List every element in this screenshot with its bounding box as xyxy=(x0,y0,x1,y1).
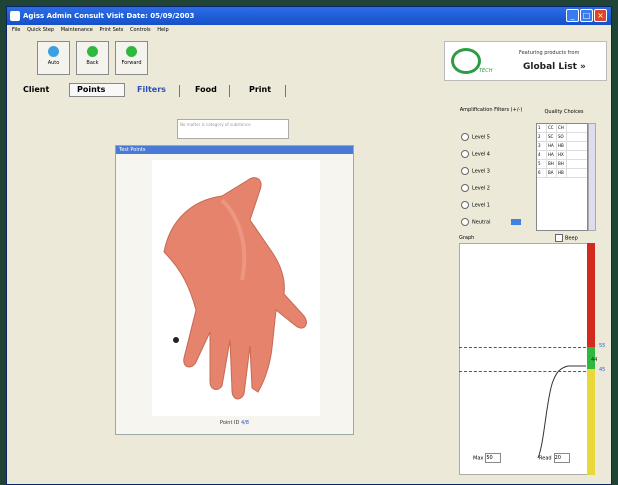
meter-value-current: 44 xyxy=(591,357,598,363)
quality-row[interactable]: 4 HA HX xyxy=(537,151,587,160)
level-4-label: Level 4 xyxy=(472,151,490,158)
application-window: Agiss Admin Consult Visit Date: 05/09/20… xyxy=(6,6,612,485)
maximize-button[interactable]: □ xyxy=(580,9,593,22)
menu-print-sets[interactable]: Print Sets xyxy=(99,27,123,33)
level-3-label: Level 3 xyxy=(472,168,490,175)
level-1-radio[interactable]: Level 1 xyxy=(461,201,490,209)
window-title: Agiss Admin Consult Visit Date: 05/09/20… xyxy=(23,12,195,20)
menu-quick-step[interactable]: Quick Step xyxy=(27,27,54,33)
forward-label: Forward xyxy=(121,60,142,66)
quality-row[interactable]: 6 BA HB xyxy=(537,169,587,178)
tab-divider xyxy=(285,85,286,97)
amplification-title: Amplification Filters (+/-) xyxy=(459,107,523,113)
meter-value-lower: 45 xyxy=(599,367,606,373)
quality-row[interactable]: 3 HA HB xyxy=(537,142,587,151)
quality-grid[interactable]: 1 CC CH 2 SC SO 3 HA HB 4 HA HX 5 BH BH 6 BA HB xyxy=(536,123,588,231)
test-point-marker[interactable] xyxy=(173,337,179,343)
app-icon xyxy=(10,11,20,21)
auto-button[interactable]: Auto xyxy=(37,41,70,75)
beep-label: Beep xyxy=(565,235,578,242)
quality-scrollbar[interactable] xyxy=(588,123,596,231)
forward-icon xyxy=(126,46,137,57)
level-3-radio[interactable]: Level 3 xyxy=(461,167,490,175)
tab-points[interactable]: Points xyxy=(77,85,105,94)
radio-icon xyxy=(461,201,469,209)
meter-value-upper: 55 xyxy=(599,343,606,349)
info-box: No matter is category of substance xyxy=(177,119,289,139)
quality-row[interactable]: 2 SC SO xyxy=(537,133,587,142)
menu-bar: File Quick Step Maintenance Print Sets C… xyxy=(7,25,611,35)
max-input[interactable]: 50 xyxy=(485,453,502,463)
beep-checkbox[interactable]: Beep xyxy=(555,234,578,242)
quality-choices-group: Quality Choices 1 CC CH 2 SC SO 3 HA HB 4 HA HX … xyxy=(528,109,600,233)
reading-curve xyxy=(537,365,586,459)
threshold-line-upper xyxy=(459,347,591,348)
level-1-label: Level 1 xyxy=(472,202,490,209)
tab-client[interactable]: Client xyxy=(23,85,49,94)
point-id-label: Point ID xyxy=(220,420,240,426)
point-id-value: 4/8 xyxy=(240,420,249,426)
graph-label: Graph xyxy=(459,235,475,241)
brand-featuring: Featuring products from xyxy=(519,50,580,56)
menu-maintenance[interactable]: Maintenance xyxy=(61,27,93,33)
tab-divider xyxy=(179,85,180,97)
back-button[interactable]: Back xyxy=(76,41,109,75)
quality-row[interactable]: 5 BH BH xyxy=(537,160,587,169)
meter-red-zone xyxy=(587,243,595,347)
auto-icon xyxy=(48,46,59,57)
global-list-link[interactable]: Global List » xyxy=(523,62,586,72)
menu-file[interactable]: File xyxy=(12,27,20,33)
minimize-button[interactable]: _ xyxy=(566,9,579,22)
amplification-filters-group: Amplification Filters (+/-) Level 5 Leve… xyxy=(453,107,529,233)
level-2-label: Level 2 xyxy=(472,185,490,192)
radio-icon xyxy=(461,184,469,192)
forward-button[interactable]: Forward xyxy=(115,41,148,75)
neutral-radio[interactable]: Neutral xyxy=(461,218,490,226)
max-label: Max xyxy=(473,455,484,462)
brand-banner[interactable]: TECH Featuring products from Global List… xyxy=(444,41,607,81)
threshold-line-lower xyxy=(459,371,591,372)
level-4-radio[interactable]: Level 4 xyxy=(461,150,490,158)
reading-graph xyxy=(459,243,591,475)
level-5-radio[interactable]: Level 5 xyxy=(461,133,490,141)
tab-print[interactable]: Print xyxy=(249,85,271,94)
menu-controls[interactable]: Controls xyxy=(130,27,151,33)
panel-title: Test Points xyxy=(116,146,353,154)
back-label: Back xyxy=(86,60,99,66)
read-input[interactable]: 20 xyxy=(553,453,570,463)
max-field: Max 50 xyxy=(473,453,502,463)
auto-label: Auto xyxy=(47,60,60,66)
radio-icon xyxy=(461,218,469,226)
tab-filters[interactable]: Filters xyxy=(137,85,166,94)
neutral-apply-button[interactable] xyxy=(511,219,521,225)
back-icon xyxy=(87,46,98,57)
read-label: Read xyxy=(539,455,552,462)
level-5-label: Level 5 xyxy=(472,134,490,141)
radio-icon xyxy=(461,167,469,175)
point-id-row: Point ID 4/8 xyxy=(116,420,353,426)
menu-help[interactable]: Help xyxy=(157,27,168,33)
brand-logo xyxy=(451,48,481,74)
tab-food[interactable]: Food xyxy=(195,85,217,94)
quality-row[interactable]: 1 CC CH xyxy=(537,124,587,133)
close-button[interactable]: × xyxy=(594,9,607,22)
radio-icon xyxy=(461,133,469,141)
title-bar: Agiss Admin Consult Visit Date: 05/09/20… xyxy=(7,7,611,25)
hand-image[interactable] xyxy=(152,160,320,416)
tab-divider xyxy=(229,85,230,97)
neutral-label: Neutral xyxy=(472,219,491,226)
read-field: Read 20 xyxy=(539,453,570,463)
quality-title: Quality Choices xyxy=(544,109,584,115)
checkbox-icon xyxy=(555,234,563,242)
test-points-panel: Test Points Point ID 4/8 xyxy=(115,145,354,435)
radio-icon xyxy=(461,150,469,158)
brand-tech: TECH xyxy=(479,68,493,74)
level-2-radio[interactable]: Level 2 xyxy=(461,184,490,192)
